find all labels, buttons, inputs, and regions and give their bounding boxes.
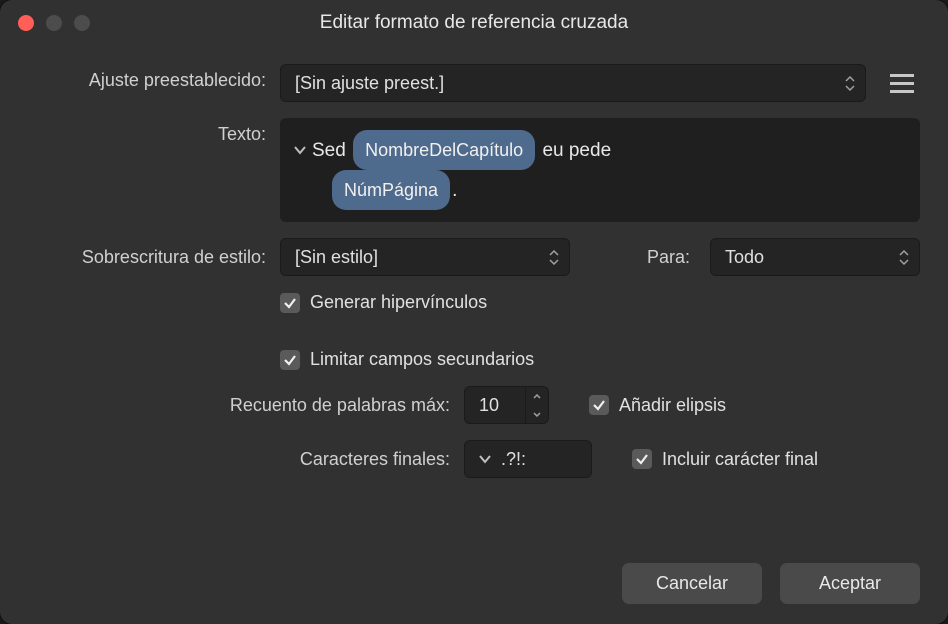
accept-button[interactable]: Aceptar xyxy=(780,563,920,604)
style-select[interactable]: [Sin estilo] xyxy=(280,238,570,276)
max-words-label: Recuento de palabras máx: xyxy=(28,395,464,416)
updown-icon xyxy=(549,250,559,265)
add-ellipsis-label: Añadir elipsis xyxy=(619,395,726,416)
for-select[interactable]: Todo xyxy=(710,238,920,276)
chevron-down-icon[interactable] xyxy=(294,139,306,164)
cancel-button[interactable]: Cancelar xyxy=(622,563,762,604)
text-prefix: Sed xyxy=(312,140,351,161)
text-label: Texto: xyxy=(28,118,280,145)
end-chars-field[interactable]: .?!: xyxy=(464,440,592,478)
end-chars-value: .?!: xyxy=(501,449,526,470)
minimize-window-button xyxy=(46,15,62,31)
text-mid: eu pede xyxy=(537,140,611,161)
window-title: Editar formato de referencia cruzada xyxy=(0,12,948,34)
max-words-stepper[interactable]: 10 xyxy=(464,386,549,424)
text-editor[interactable]: Sed NombreDelCapítulo eu pede NúmPágina. xyxy=(280,118,920,222)
titlebar: Editar formato de referencia cruzada xyxy=(0,0,948,46)
updown-icon xyxy=(899,250,909,265)
window-controls xyxy=(18,15,90,31)
style-override-label: Sobrescritura de estilo: xyxy=(28,247,280,268)
maximize-window-button xyxy=(74,15,90,31)
close-window-button[interactable] xyxy=(18,15,34,31)
preset-value: [Sin ajuste preest.] xyxy=(295,73,444,94)
end-chars-label: Caracteres finales: xyxy=(28,449,464,470)
preset-select[interactable]: [Sin ajuste preest.] xyxy=(280,64,866,102)
chevron-down-icon[interactable] xyxy=(479,452,491,467)
stepper-up[interactable] xyxy=(526,387,548,405)
preset-label: Ajuste preestablecido: xyxy=(28,64,280,91)
token-chapter-name[interactable]: NombreDelCapítulo xyxy=(353,130,535,170)
for-value: Todo xyxy=(725,247,764,268)
menu-icon[interactable] xyxy=(890,68,920,98)
include-end-char-label: Incluir carácter final xyxy=(662,449,818,470)
updown-icon xyxy=(845,76,855,91)
limit-subfields-label: Limitar campos secundarios xyxy=(310,349,534,370)
dialog-window: Editar formato de referencia cruzada Aju… xyxy=(0,0,948,624)
generate-hyperlinks-checkbox[interactable] xyxy=(280,293,300,313)
generate-hyperlinks-label: Generar hipervínculos xyxy=(310,292,487,313)
limit-subfields-checkbox[interactable] xyxy=(280,350,300,370)
dialog-content: Ajuste preestablecido: [Sin ajuste prees… xyxy=(0,46,948,624)
add-ellipsis-checkbox[interactable] xyxy=(589,395,609,415)
text-suffix: . xyxy=(452,180,457,201)
stepper-down[interactable] xyxy=(526,405,548,423)
token-page-number[interactable]: NúmPágina xyxy=(332,170,450,210)
include-end-char-checkbox[interactable] xyxy=(632,449,652,469)
dialog-buttons: Cancelar Aceptar xyxy=(28,543,920,604)
style-value: [Sin estilo] xyxy=(295,247,378,268)
max-words-value: 10 xyxy=(465,395,525,416)
for-label: Para: xyxy=(647,247,700,268)
